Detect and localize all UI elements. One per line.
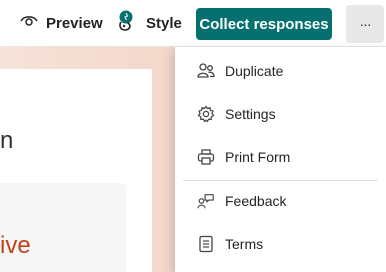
top-toolbar: Preview Style Collect responses ··· [0,0,386,47]
feedback-icon [197,192,215,210]
menu-item-label: Feedback [225,193,287,209]
duplicate-icon [197,62,215,80]
printer-icon [197,148,215,166]
style-button[interactable]: Style [118,10,182,36]
gear-icon [197,105,215,123]
eye-icon [20,14,38,32]
menu-item-settings[interactable]: Settings [175,94,386,134]
form-title-fragment: n [0,127,14,154]
document-icon [197,235,215,253]
menu-item-label: Settings [225,106,276,122]
form-question-fragment: ive [0,232,31,259]
more-options-menu: Duplicate Settings Print Form Feedback T… [175,47,386,272]
more-options-button[interactable]: ··· [346,5,384,43]
preview-label: Preview [46,14,103,32]
style-label: Style [146,14,182,32]
menu-item-feedback[interactable]: Feedback [175,181,386,221]
menu-item-label: Duplicate [225,63,284,79]
collect-responses-button[interactable]: Collect responses [196,8,332,40]
preview-button[interactable]: Preview [20,12,103,34]
menu-item-label: Print Form [225,149,291,165]
menu-item-terms[interactable]: Terms [175,224,386,264]
menu-item-label: Terms [225,236,264,252]
menu-item-duplicate[interactable]: Duplicate [175,51,386,91]
menu-item-print-form[interactable]: Print Form [175,137,386,177]
palette-icon [118,10,138,36]
